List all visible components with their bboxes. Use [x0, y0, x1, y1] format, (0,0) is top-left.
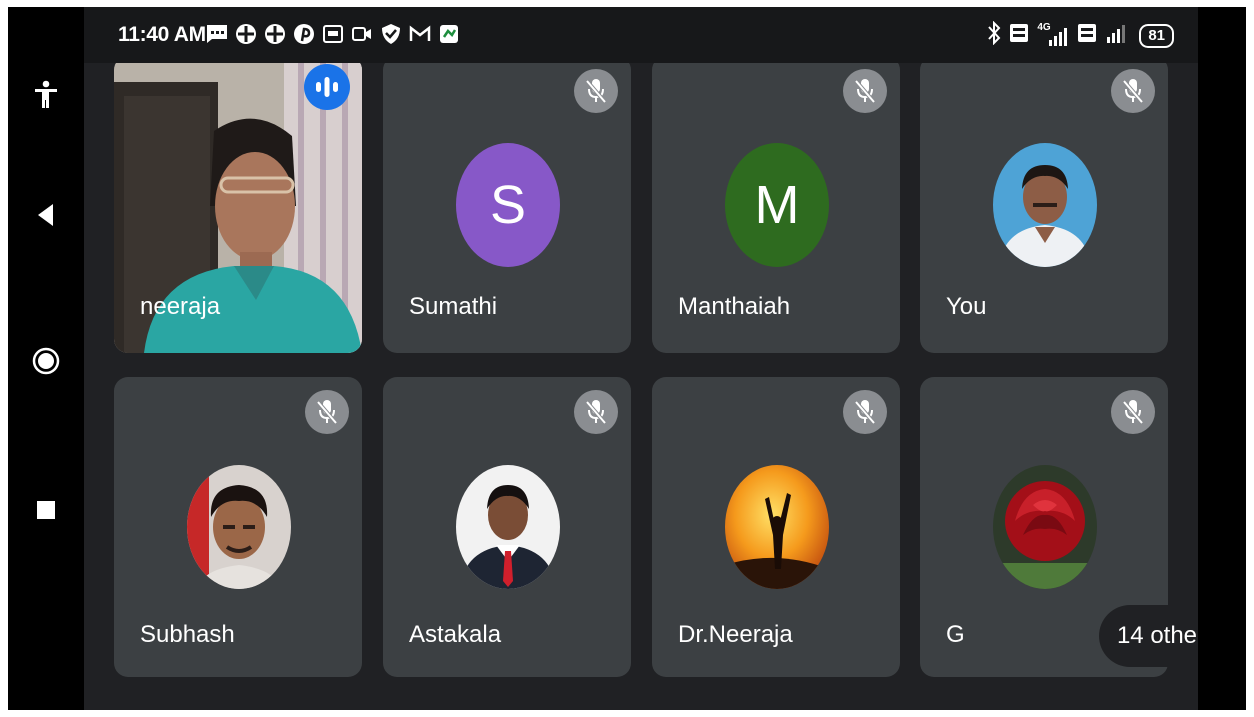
avatar: S	[456, 143, 560, 267]
app-icon	[264, 23, 286, 45]
status-time: 11:40 AM	[118, 23, 206, 46]
participant-tile[interactable]: You	[920, 56, 1168, 353]
notification-icons	[206, 23, 460, 45]
mic-off-icon	[843, 69, 887, 113]
bluetooth-icon	[987, 20, 1001, 50]
mic-off-icon	[1111, 390, 1155, 434]
avatar-letter: M	[754, 175, 800, 235]
avatar-photo	[993, 143, 1097, 267]
home-icon[interactable]	[26, 341, 66, 381]
speaking-indicator-icon	[304, 64, 350, 110]
participant-name: neeraja	[140, 293, 221, 320]
mic-off-icon	[574, 390, 618, 434]
participant-tile[interactable]: M Manthaiah	[652, 56, 900, 353]
volte-icon	[1077, 23, 1097, 48]
avatar-photo	[187, 465, 291, 589]
screen-edge	[1198, 7, 1246, 710]
system-icons: 4G 81	[987, 20, 1174, 50]
shield-icon	[380, 23, 402, 45]
signal-icon	[1105, 21, 1131, 50]
message-icon	[206, 23, 228, 45]
participant-tile[interactable]: S Sumathi	[383, 56, 631, 353]
back-icon[interactable]	[26, 195, 66, 235]
avatar-photo	[456, 465, 560, 589]
meeting-grid: neeraja S Sumathi M Manthaiah You Subhas…	[84, 7, 1235, 710]
avatar-photo	[993, 465, 1097, 589]
avatar: M	[725, 143, 829, 267]
participant-tile[interactable]: neeraja	[114, 56, 362, 353]
mic-off-icon	[574, 69, 618, 113]
participant-name: Dr.Neeraja	[678, 621, 793, 648]
participant-name: Sumathi	[409, 293, 498, 320]
card-icon	[322, 23, 344, 45]
participant-tile[interactable]: Dr.Neeraja	[652, 377, 900, 677]
participant-tile[interactable]: Astakala	[383, 377, 631, 677]
video-icon	[351, 23, 373, 45]
participant-name: You	[946, 293, 987, 320]
participant-name: Subhash	[140, 621, 235, 648]
signal-icon: 4G	[1037, 22, 1069, 48]
accessibility-icon[interactable]	[26, 75, 66, 115]
volte-icon	[1009, 23, 1029, 48]
avatar-letter: S	[489, 175, 527, 235]
participant-tile[interactable]: Subhash	[114, 377, 362, 677]
mic-off-icon	[843, 390, 887, 434]
app-icon	[235, 23, 257, 45]
participant-name: Astakala	[409, 621, 502, 648]
participant-name: G	[946, 621, 965, 648]
mic-off-icon	[305, 390, 349, 434]
chat-icon	[438, 23, 460, 45]
gmail-icon	[409, 23, 431, 45]
mic-off-icon	[1111, 69, 1155, 113]
navigation-bar	[8, 7, 84, 710]
status-bar: 11:40 AM 4G 81	[84, 7, 1198, 63]
phone-screen: neeraja S Sumathi M Manthaiah You Subhas…	[8, 7, 1246, 710]
participant-name: Manthaiah	[678, 293, 791, 320]
pinterest-icon	[293, 23, 315, 45]
avatar-photo	[725, 465, 829, 589]
recents-icon[interactable]	[26, 490, 66, 530]
battery-indicator: 81	[1139, 23, 1174, 48]
